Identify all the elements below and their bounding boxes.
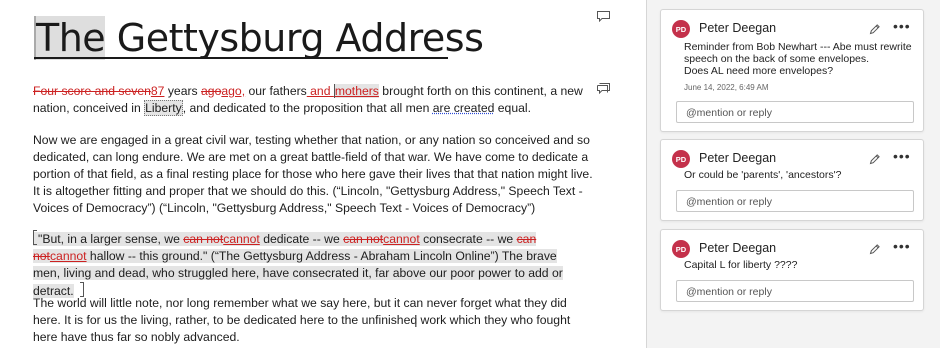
reply-input[interactable]: @mention or reply	[676, 280, 914, 302]
comment-text: Capital L for liberty ????	[684, 259, 798, 271]
inserted-text[interactable]: cannot	[223, 232, 260, 246]
inserted-text[interactable]: 87	[151, 84, 165, 98]
inserted-text[interactable]: cannot	[383, 232, 420, 246]
title-underline	[34, 57, 448, 59]
comment-author: Peter Deegan	[699, 241, 777, 255]
commented-text-mothers[interactable]: mothers	[333, 84, 379, 98]
grammar-flagged-text[interactable]: are created	[433, 101, 495, 115]
body-text: dedicate -- we	[259, 232, 344, 246]
text-cursor-icon: I	[414, 315, 418, 330]
document-title[interactable]: The Gettysburg Address	[34, 14, 484, 62]
avatar: PD	[672, 240, 690, 258]
title-rest: Gettysburg Address	[105, 16, 484, 60]
body-text: our fathers	[245, 84, 307, 98]
comment-text: Or could be 'parents', 'ancestors'?	[684, 169, 842, 181]
more-options-icon[interactable]: •••	[893, 19, 911, 33]
more-options-icon[interactable]: •••	[893, 239, 911, 253]
inserted-text[interactable]: ago,	[221, 84, 245, 98]
avatar: PD	[672, 20, 690, 38]
paragraph-4[interactable]: The world will little note, nor long rem…	[33, 295, 573, 346]
body-text: hallow -- this ground." (“The Gettysburg…	[86, 249, 499, 263]
comment-card[interactable]: PD Peter Deegan ••• Or could be 'parents…	[660, 139, 924, 221]
comment-marker-icon[interactable]	[597, 83, 610, 94]
paragraph-2[interactable]: Now we are engaged in a great civil war,…	[33, 132, 593, 217]
body-text: "But, in a larger sense, we	[38, 232, 184, 246]
body-text: years	[164, 84, 202, 98]
deleted-text[interactable]: ago	[201, 84, 221, 98]
commented-text-liberty[interactable]: Liberty	[144, 100, 183, 116]
pencil-icon[interactable]	[869, 23, 881, 35]
comment-card[interactable]: PD Peter Deegan ••• Reminder from Bob Ne…	[660, 9, 924, 132]
inserted-text[interactable]: and	[307, 84, 334, 98]
comment-marker-icon[interactable]	[597, 11, 610, 22]
comment-author: Peter Deegan	[699, 21, 777, 35]
paragraph-3[interactable]: "But, in a larger sense, we can notcanno…	[33, 230, 573, 300]
comment-range-start	[33, 230, 37, 245]
body-text: equal.	[494, 101, 531, 115]
deleted-text[interactable]: can not	[343, 232, 383, 246]
title-selected-word[interactable]: The	[34, 16, 106, 60]
comment-text: Reminder from Bob Newhart --- Abe must r…	[684, 41, 912, 77]
document-canvas[interactable]: The Gettysburg Address Four score and se…	[0, 0, 646, 348]
deleted-text[interactable]: Four score and seven	[33, 84, 151, 98]
comment-timestamp: June 14, 2022, 6:49 AM	[684, 83, 769, 92]
pencil-icon[interactable]	[869, 153, 881, 165]
more-options-icon[interactable]: •••	[893, 149, 911, 163]
reply-input[interactable]: @mention or reply	[676, 190, 914, 212]
comment-author: Peter Deegan	[699, 151, 777, 165]
pencil-icon[interactable]	[869, 243, 881, 255]
inserted-text[interactable]: cannot	[50, 249, 87, 263]
body-text: , and dedicated to the proposition that …	[182, 101, 433, 115]
body-text: consecrate -- we	[419, 232, 517, 246]
paragraph-1[interactable]: Four score and seven87 years agoago, our…	[33, 83, 593, 117]
highlighted-quote[interactable]: "But, in a larger sense, we can notcanno…	[33, 230, 563, 298]
comment-card[interactable]: PD Peter Deegan ••• Capital L for libert…	[660, 229, 924, 311]
avatar: PD	[672, 150, 690, 168]
reply-input[interactable]: @mention or reply	[676, 101, 914, 123]
deleted-text[interactable]: can not	[183, 232, 223, 246]
